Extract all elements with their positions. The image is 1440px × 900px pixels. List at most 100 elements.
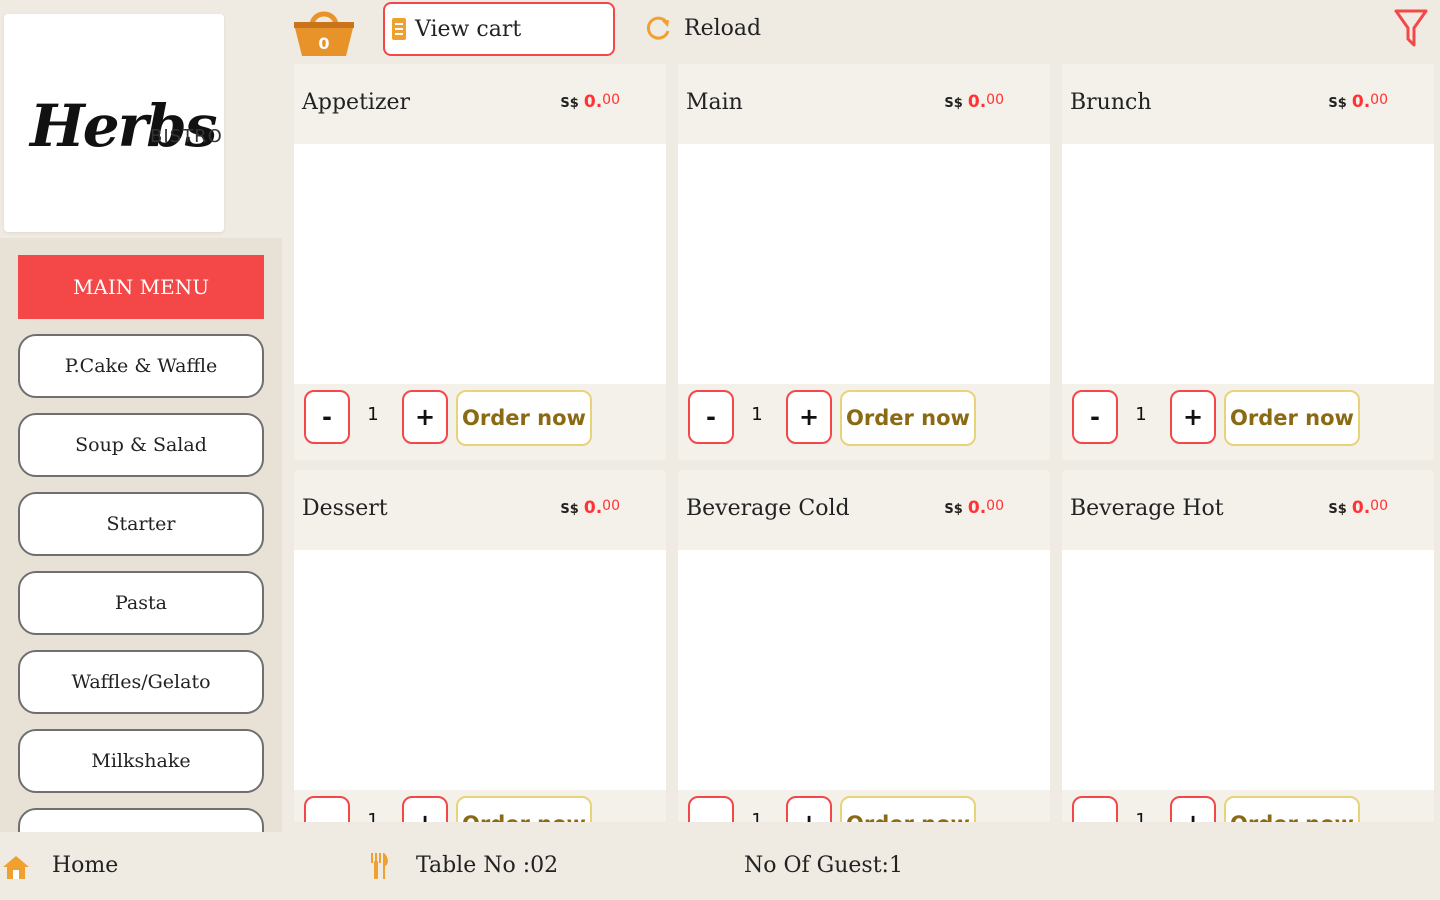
basket-icon[interactable]: 0 [292,4,356,58]
category-card-brunch[interactable]: Brunch S$ 0.00 - 1 + Order now [1062,64,1434,460]
increase-quantity-button[interactable]: + [1170,390,1216,444]
price-decimal: 00 [986,498,1004,514]
card-title: Brunch [1070,90,1152,115]
decrease-quantity-button[interactable]: - [304,796,350,822]
card-header: Beverage Hot S$ 0.00 [1062,470,1434,550]
home-icon[interactable] [2,854,30,880]
quantity-value: 1 [1135,810,1147,822]
order-now-button[interactable]: Order now [840,796,976,822]
card-title: Appetizer [302,90,411,115]
card-footer: - 1 + Order now [678,790,1050,822]
card-header: Main S$ 0.00 [678,64,1050,144]
price-integer: 0. [967,498,987,518]
card-header: Dessert S$ 0.00 [294,470,666,550]
quantity-value: 1 [367,810,379,822]
main-menu-button[interactable]: MAIN MENU [18,255,264,319]
card-title: Dessert [302,496,388,521]
reload-label: Reload [684,15,762,41]
increase-quantity-button[interactable]: + [786,390,832,444]
category-card-dessert[interactable]: Dessert S$ 0.00 - 1 + Order now [294,470,666,822]
order-now-button[interactable]: Order now [840,390,976,446]
decrease-quantity-button[interactable]: - [688,796,734,822]
sidebar-item-waffles-gelato[interactable]: Waffles/Gelato [18,650,264,714]
bottom-bar: Home Table No :02 No Of Guest:1 [0,832,1440,900]
price-currency: S$ [1328,502,1347,517]
sidebar-item-milkshake[interactable]: Milkshake [18,729,264,793]
card-image-area [678,144,1050,384]
category-grid: Appetizer S$ 0.00 - 1 + Order now Main S… [290,60,1440,822]
price-integer: 0. [967,92,987,112]
cart-list-icon [392,18,406,40]
decrease-quantity-button[interactable]: - [304,390,350,444]
decrease-quantity-button[interactable]: - [1072,390,1118,444]
sidebar-item-pcake-waffle[interactable]: P.Cake & Waffle [18,334,264,398]
quantity-value: 1 [751,810,763,822]
category-card-appetizer[interactable]: Appetizer S$ 0.00 - 1 + Order now [294,64,666,460]
price-currency: S$ [560,96,579,111]
card-header: Appetizer S$ 0.00 [294,64,666,144]
order-now-button[interactable]: Order now [1224,390,1360,446]
decrease-quantity-button[interactable]: - [1072,796,1118,822]
quantity-value: 1 [367,404,379,425]
price-integer: 0. [583,92,603,112]
card-header: Beverage Cold S$ 0.00 [678,470,1050,550]
view-cart-label: View cart [415,16,522,42]
card-image-area [1062,550,1434,790]
card-footer: - 1 + Order now [678,384,1050,460]
price-currency: S$ [1328,96,1347,111]
card-footer: - 1 + Order now [294,384,666,460]
card-header: Brunch S$ 0.00 [1062,64,1434,144]
table-number: Table No :02 [416,853,559,878]
increase-quantity-button[interactable]: + [402,390,448,444]
decrease-quantity-button[interactable]: - [688,390,734,444]
card-footer: - 1 + Order now [294,790,666,822]
sidebar-item-pasta[interactable]: Pasta [18,571,264,635]
price-integer: 0. [1351,92,1371,112]
price-decimal: 00 [986,92,1004,108]
price-decimal: 00 [602,92,620,108]
reload-icon [646,16,670,40]
card-price: S$ 0.00 [560,92,620,112]
quantity-value: 1 [751,404,763,425]
cutlery-icon [371,853,388,879]
card-image-area [678,550,1050,790]
home-link[interactable]: Home [52,853,118,878]
cart-count-badge: 0 [318,34,330,53]
price-decimal: 00 [1370,92,1388,108]
filter-icon[interactable] [1394,8,1428,48]
price-currency: S$ [560,502,579,517]
category-card-beverage-cold[interactable]: Beverage Cold S$ 0.00 - 1 + Order now [678,470,1050,822]
card-price: S$ 0.00 [944,498,1004,518]
increase-quantity-button[interactable]: + [1170,796,1216,822]
price-integer: 0. [1351,498,1371,518]
card-image-area [1062,144,1434,384]
order-now-button[interactable]: Order now [456,390,592,446]
card-price: S$ 0.00 [1328,498,1388,518]
category-card-main[interactable]: Main S$ 0.00 - 1 + Order now [678,64,1050,460]
logo-sub-text: BISTRO [150,126,223,147]
price-decimal: 00 [602,498,620,514]
card-price: S$ 0.00 [944,92,1004,112]
view-cart-button[interactable]: View cart [383,2,615,56]
sidebar-item-starter[interactable]: Starter [18,492,264,556]
category-card-beverage-hot[interactable]: Beverage Hot S$ 0.00 - 1 + Order now [1062,470,1434,822]
price-integer: 0. [583,498,603,518]
price-currency: S$ [944,502,963,517]
increase-quantity-button[interactable]: + [402,796,448,822]
card-image-area [294,550,666,790]
reload-button[interactable]: Reload [646,8,761,48]
price-currency: S$ [944,96,963,111]
card-price: S$ 0.00 [560,498,620,518]
card-title: Beverage Cold [686,496,850,521]
card-title: Main [686,90,743,115]
order-now-button[interactable]: Order now [456,796,592,822]
card-price: S$ 0.00 [1328,92,1388,112]
order-now-button[interactable]: Order now [1224,796,1360,822]
sidebar-item-sweet-mocktail[interactable]: Sweet Mocktail [18,808,264,832]
logo: Herbs BISTRO [4,14,224,232]
sidebar: MAIN MENU P.Cake & Waffle Soup & Salad S… [0,238,282,832]
card-footer: - 1 + Order now [1062,790,1434,822]
sidebar-item-soup-salad[interactable]: Soup & Salad [18,413,264,477]
quantity-value: 1 [1135,404,1147,425]
increase-quantity-button[interactable]: + [786,796,832,822]
